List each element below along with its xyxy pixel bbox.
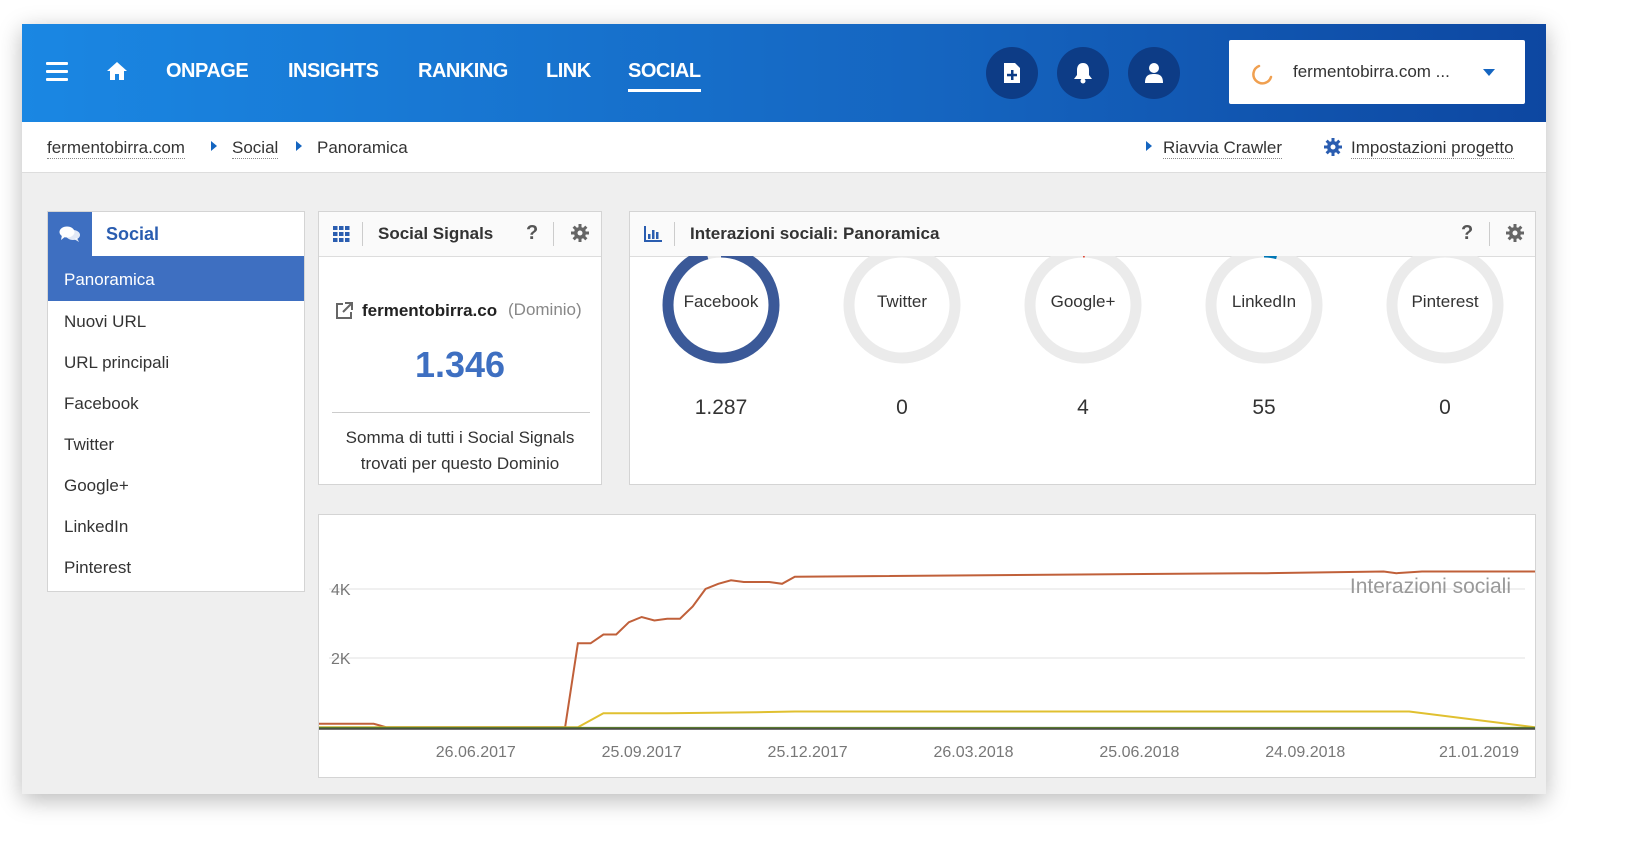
- menu-icon[interactable]: [46, 62, 68, 81]
- breadcrumb-domain[interactable]: fermentobirra.com: [47, 138, 185, 159]
- sidebar-item-pinterest[interactable]: Pinterest: [48, 547, 304, 588]
- grid-icon: [333, 226, 350, 242]
- donut-label: Twitter: [876, 292, 928, 311]
- document-plus-icon: [1004, 63, 1020, 83]
- user-account-button[interactable]: [1128, 47, 1180, 99]
- new-document-button[interactable]: [986, 47, 1038, 99]
- nav-ranking[interactable]: RANKING: [418, 60, 508, 83]
- app-window: ONPAGE INSIGHTS RANKING LINK SOCIAL ferm…: [22, 24, 1546, 794]
- sidebar-item-linkedin[interactable]: LinkedIn: [48, 506, 304, 547]
- sidebar-item-url-principali[interactable]: URL principali: [48, 342, 304, 383]
- social-signals-panel: Social Signals ? fermentobirra.co (Domin…: [318, 211, 602, 485]
- chevron-down-icon: [1483, 69, 1495, 76]
- sidebar-item-panoramica[interactable]: Panoramica: [48, 256, 304, 301]
- donut-value: 55: [1252, 396, 1276, 419]
- project-settings-link[interactable]: Impostazioni progetto: [1351, 138, 1514, 159]
- external-link-icon[interactable]: [335, 302, 353, 320]
- header-divider: [1489, 222, 1490, 246]
- x-tick-label: 21.01.2019: [1439, 744, 1519, 761]
- chat-bubbles-icon: [48, 212, 92, 256]
- loading-spinner-icon: [1252, 64, 1273, 85]
- donut-label: Facebook: [683, 292, 759, 311]
- breadcrumb-current: Panoramica: [317, 138, 408, 157]
- notifications-button[interactable]: [1057, 47, 1109, 99]
- x-tick-layer: 26.06.2017 25.09.2017 25.12.2017 26.03.2018…: [436, 744, 1519, 761]
- bell-icon: [1074, 63, 1092, 84]
- x-tick-label: 26.06.2017: [436, 744, 516, 761]
- user-icon: [1145, 63, 1163, 83]
- sidebar-item-nuovi-url[interactable]: Nuovi URL: [48, 301, 304, 342]
- breadcrumb-separator-icon: [211, 141, 217, 151]
- y-tick-label: 4K: [331, 582, 351, 599]
- header-divider: [553, 222, 554, 246]
- x-tick-label: 25.06.2018: [1099, 744, 1179, 761]
- panel-title: Interazioni sociali: Panoramica: [690, 224, 940, 243]
- help-icon[interactable]: ?: [1461, 222, 1473, 245]
- breadcrumb-social[interactable]: Social: [232, 138, 279, 159]
- gear-icon[interactable]: [571, 224, 589, 242]
- x-tick-label: 25.09.2017: [602, 744, 682, 761]
- nav-link[interactable]: LINK: [546, 60, 591, 83]
- sidebar: Social Panoramica Nuovi URL URL principa…: [47, 211, 305, 592]
- social-interactions-chart-panel: 4K 2K Interazioni sociali 26.06.2017 25.0…: [318, 514, 1536, 778]
- donut-label: LinkedIn: [1231, 292, 1297, 311]
- caret-right-icon: [1146, 141, 1152, 151]
- bar-chart-icon: [644, 226, 662, 242]
- donut-charts: [662, 256, 1504, 364]
- header-divider: [362, 222, 363, 246]
- top-nav-bar: ONPAGE INSIGHTS RANKING LINK SOCIAL ferm…: [22, 24, 1546, 122]
- social-interactions-line-chart: 4K 2K Interazioni sociali 26.06.2017 25.0…: [319, 570, 1536, 761]
- series-line-1: [319, 710, 1536, 729]
- help-icon[interactable]: ?: [526, 222, 538, 245]
- nav-social[interactable]: SOCIAL: [628, 60, 701, 92]
- sidebar-header: Social: [48, 212, 304, 257]
- donut-label: Pinterest: [1411, 292, 1479, 311]
- donut-value: 1.287: [694, 396, 748, 419]
- header-divider: [674, 222, 675, 246]
- domain-note: (Dominio): [508, 300, 582, 319]
- breadcrumb: fermentobirra.com Social Panoramica Riav…: [22, 122, 1546, 173]
- chart-title: Interazioni sociali: [1350, 575, 1511, 598]
- sidebar-item-googleplus[interactable]: Google+: [48, 465, 304, 506]
- home-icon[interactable]: [106, 61, 128, 81]
- y-tick-label: 2K: [331, 651, 351, 668]
- nav-onpage[interactable]: ONPAGE: [166, 60, 249, 83]
- donut-value: 0: [896, 396, 908, 419]
- x-tick-label: 25.12.2017: [768, 744, 848, 761]
- donut-label: Google+: [1050, 292, 1116, 311]
- panel-header: Interazioni sociali: Panoramica ?: [630, 212, 1535, 257]
- panel-header: Social Signals ?: [319, 212, 601, 257]
- restart-crawler-link[interactable]: Riavvia Crawler: [1163, 138, 1283, 159]
- nav-insights[interactable]: INSIGHTS: [288, 60, 379, 83]
- gear-icon[interactable]: [1506, 224, 1524, 242]
- donut-value: 4: [1077, 396, 1089, 419]
- gear-icon[interactable]: [1324, 138, 1342, 156]
- project-selector[interactable]: fermentobirra.com ...: [1229, 40, 1525, 104]
- x-tick-label: 24.09.2018: [1265, 744, 1345, 761]
- project-name: fermentobirra.com ...: [1293, 62, 1450, 81]
- sidebar-item-twitter[interactable]: Twitter: [48, 424, 304, 465]
- social-signals-description: Somma di tutti i Social Signals trovati …: [345, 428, 575, 473]
- social-interactions-panel: Interazioni sociali: Panoramica ? Facebo…: [629, 211, 1536, 485]
- donut-value: 0: [1439, 396, 1451, 419]
- breadcrumb-separator-icon: [296, 141, 302, 151]
- divider: [332, 412, 590, 413]
- sidebar-item-facebook[interactable]: Facebook: [48, 383, 304, 424]
- domain-name: fermentobirra.co: [362, 301, 498, 320]
- x-tick-label: 26.03.2018: [933, 744, 1013, 761]
- social-signals-total: 1.346: [414, 344, 506, 385]
- panel-title: Social Signals: [378, 224, 494, 243]
- sidebar-title: Social: [106, 224, 160, 244]
